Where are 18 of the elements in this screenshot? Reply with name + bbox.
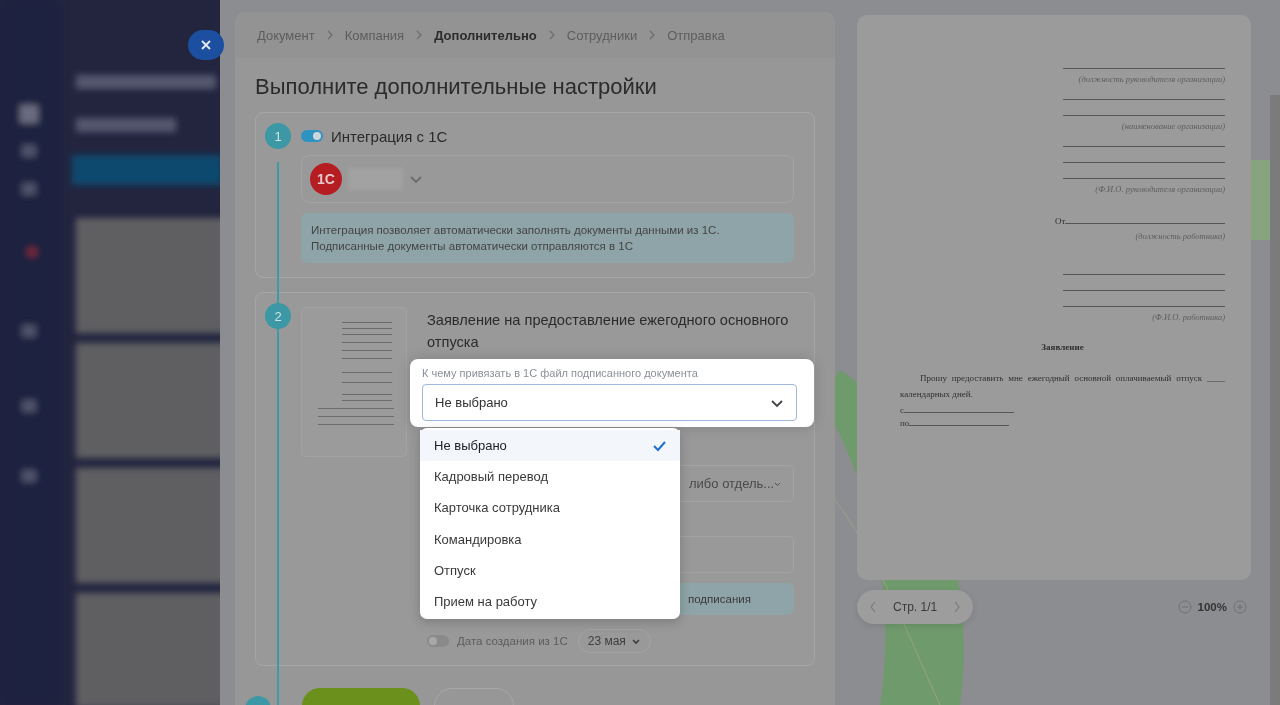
zoom-level: 100% xyxy=(1197,601,1227,613)
toggle-label: Дата создания из 1С xyxy=(457,635,568,647)
info-text: подписания xyxy=(688,593,751,605)
document-heading: Заявление xyxy=(1040,342,1085,352)
logo: 1С xyxy=(310,163,342,195)
document-paragraph: Прошу предоставить мне ежегодный основной оплачиваемый отпуск ____ календарных дней. xyxy=(900,372,1225,401)
section-title: Интеграция с 1С xyxy=(331,127,448,145)
document-title: Заявление на предоставление ежегодного основного отпуска xyxy=(427,311,790,352)
document-text: От xyxy=(1055,216,1066,226)
document-text: с xyxy=(900,405,904,415)
document-text: по xyxy=(900,418,910,428)
step-number: 2 xyxy=(265,303,291,329)
field-label: К чему привязать в 1С файл подписанного документа xyxy=(422,367,699,379)
info-text: Подписанные документы автоматически отправляются в 1С xyxy=(311,239,634,254)
page-heading: Выполните дополнительные настройки xyxy=(255,74,658,100)
page-indicator: Стр. 1/1 xyxy=(893,600,938,614)
info-text: Интеграция позволяет автоматически заполнять документы данными из 1С. xyxy=(311,223,721,238)
step-number: 1 xyxy=(265,123,291,149)
